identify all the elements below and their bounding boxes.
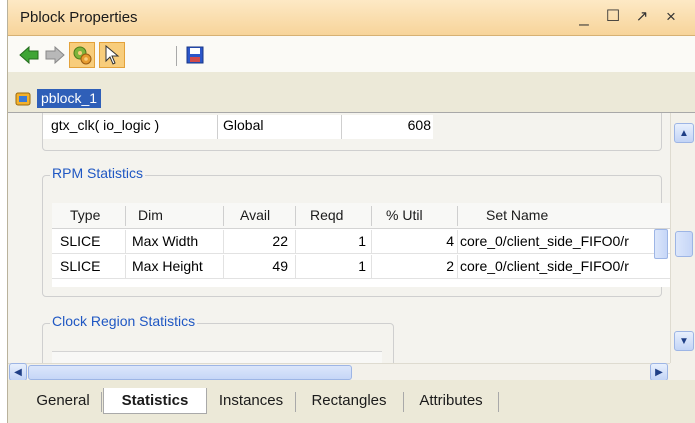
object-row: pblock_1 <box>8 86 695 112</box>
column-divider <box>295 206 296 226</box>
save-icon <box>186 46 204 64</box>
avail-cell: 49 <box>272 258 288 274</box>
dim-cell: Max Height <box>132 258 203 274</box>
tab-rectangles[interactable]: Rectangles <box>297 388 401 414</box>
type-cell: SLICE <box>60 258 101 274</box>
save-button[interactable] <box>182 42 208 68</box>
tab-instances[interactable]: Instances <box>210 388 292 414</box>
reqd-cell: 1 <box>358 233 366 249</box>
table-row: gtx_clk( io_logic ) Global 608 <box>43 115 433 139</box>
rpm-statistics-title: RPM Statistics <box>50 165 146 181</box>
set-name-cell: core_0/client_side_FIFO0/r <box>460 233 629 249</box>
object-name[interactable]: pblock_1 <box>37 89 102 108</box>
tab-separator <box>403 392 404 412</box>
float-button[interactable]: ↗ <box>631 6 653 28</box>
select-button[interactable] <box>99 42 125 68</box>
window-title: Pblock Properties <box>20 9 138 26</box>
scroll-up-arrow-icon[interactable]: ▲ <box>674 123 694 143</box>
type-cell: SLICE <box>60 233 101 249</box>
column-divider <box>457 206 458 226</box>
region-cell: Global <box>223 117 264 133</box>
col-util[interactable]: % Util <box>386 207 423 223</box>
column-divider <box>223 255 224 279</box>
column-divider <box>457 255 458 279</box>
column-divider <box>457 230 458 254</box>
toolbar-separator <box>176 46 177 66</box>
arrow-right-icon <box>45 46 65 64</box>
title-bar[interactable]: Pblock Properties _ ☐ ↗ × <box>8 0 695 36</box>
scroll-left-arrow-icon[interactable]: ◀ <box>9 363 27 380</box>
column-divider <box>223 230 224 254</box>
clock-region-statistics-title: Clock Region Statistics <box>50 313 198 329</box>
cursor-icon <box>105 45 120 65</box>
util-cell: 4 <box>446 233 454 249</box>
util-cell: 2 <box>446 258 454 274</box>
close-button[interactable]: × <box>660 6 682 28</box>
forward-button[interactable] <box>42 42 68 68</box>
horizontal-scrollbar[interactable]: ◀ ▶ <box>8 363 670 380</box>
value-cell: 608 <box>407 117 431 133</box>
set-name-cell: core_0/client_side_FIFO0/r <box>460 258 629 274</box>
clock-table-header-clipped <box>52 351 382 363</box>
statistics-content: gtx_clk( io_logic ) Global 608 RPM Stati… <box>8 113 670 363</box>
rpm-table: Type Dim Avail Reqd % Util Set Name SLIC… <box>52 203 670 287</box>
vertical-scroll-thumb[interactable] <box>675 231 693 257</box>
column-divider <box>295 255 296 279</box>
pblock-icon <box>15 92 31 106</box>
clock-name-cell: gtx_clk( io_logic ) <box>51 117 160 133</box>
column-divider <box>125 206 126 226</box>
statistics-panel: gtx_clk( io_logic ) Global 608 RPM Stati… <box>8 112 695 380</box>
dim-cell: Max Width <box>132 233 199 249</box>
back-button[interactable] <box>16 42 42 68</box>
col-dim[interactable]: Dim <box>138 207 163 223</box>
tab-general[interactable]: General <box>26 388 100 414</box>
tab-statistics[interactable]: Statistics <box>103 388 207 414</box>
pblock-properties-window: Pblock Properties _ ☐ ↗ × pblock_1 gtx_c… <box>7 0 695 423</box>
tab-bar: General Statistics Instances Rectangles … <box>8 380 695 423</box>
column-divider <box>125 255 126 279</box>
rpm-table-scroll-thumb[interactable] <box>654 229 668 259</box>
reqd-cell: 1 <box>358 258 366 274</box>
col-avail[interactable]: Avail <box>240 207 270 223</box>
vertical-scrollbar[interactable]: ▲ ▼ <box>670 113 695 363</box>
rpm-table-header: Type Dim Avail Reqd % Util Set Name <box>52 203 670 229</box>
table-row[interactable]: SLICE Max Width 22 1 4 core_0/client_sid… <box>52 230 670 254</box>
column-divider <box>223 206 224 226</box>
tab-separator <box>295 392 296 412</box>
avail-cell: 22 <box>272 233 288 249</box>
scroll-down-arrow-icon[interactable]: ▼ <box>674 331 694 351</box>
gears-icon <box>73 46 92 65</box>
tab-separator <box>498 392 499 412</box>
tab-attributes[interactable]: Attributes <box>405 388 497 414</box>
arrow-left-icon <box>19 46 39 64</box>
column-divider <box>125 230 126 254</box>
column-divider <box>341 115 342 139</box>
minimize-button[interactable]: _ <box>573 6 595 28</box>
horizontal-scroll-thumb[interactable] <box>28 365 352 380</box>
table-row[interactable]: SLICE Max Height 49 1 2 core_0/client_si… <box>52 255 670 279</box>
column-divider <box>295 230 296 254</box>
toolbar <box>8 36 695 72</box>
col-set-name[interactable]: Set Name <box>486 207 548 223</box>
column-divider <box>371 230 372 254</box>
col-type[interactable]: Type <box>70 207 100 223</box>
maximize-button[interactable]: ☐ <box>602 6 624 28</box>
column-divider <box>217 115 218 139</box>
column-divider <box>371 255 372 279</box>
col-reqd[interactable]: Reqd <box>310 207 343 223</box>
auto-update-button[interactable] <box>69 42 95 68</box>
tab-separator <box>101 392 102 412</box>
scroll-right-arrow-icon[interactable]: ▶ <box>650 363 668 380</box>
scroll-corner <box>670 363 695 380</box>
column-divider <box>371 206 372 226</box>
